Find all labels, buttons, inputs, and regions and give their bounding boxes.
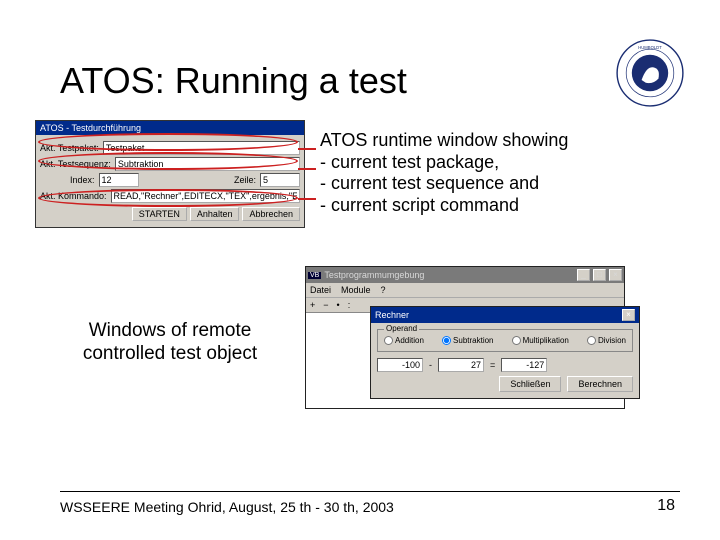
input-testsequenz[interactable] — [115, 157, 300, 171]
footer-text: WSSEERE Meeting Ohrid, August, 25 th - 3… — [60, 499, 394, 515]
tool-plus-icon[interactable]: + — [310, 300, 315, 310]
label-zeile: Zeile: — [234, 175, 256, 185]
svg-text:HUMBOLDT: HUMBOLDT — [638, 45, 662, 50]
calculator-window: Rechner × Operand Addition Subtraktion M… — [370, 306, 640, 399]
label-index: Index: — [70, 175, 95, 185]
desc-line: - current test package, — [320, 152, 670, 174]
radio-division[interactable]: Division — [587, 336, 626, 345]
maximize-button[interactable]: □ — [593, 269, 606, 281]
menu-help[interactable]: ? — [381, 285, 386, 295]
atos-runtime-window: ATOS - Testdurchführung Akt. Testpaket: … — [35, 120, 305, 228]
starten-button[interactable]: STARTEN — [132, 207, 187, 221]
remote-windows-label: Windows of remote controlled test object — [70, 320, 270, 366]
operand-group-label: Operand — [384, 324, 419, 333]
desc-line: - current script command — [320, 195, 670, 217]
input-zeile[interactable] — [260, 173, 300, 187]
result-input[interactable] — [501, 358, 547, 372]
label-testsequenz: Akt. Testsequenz: — [40, 159, 111, 169]
tool-colon-icon[interactable]: : — [348, 300, 351, 310]
label-kommando: Akt. Kommando: — [40, 191, 107, 201]
ide-menubar: Datei Module ? — [306, 283, 624, 297]
remote-label-line: controlled test object — [70, 343, 270, 366]
close-button[interactable]: × — [609, 269, 622, 281]
calc-window-title: Rechner — [375, 310, 409, 320]
schliessen-button[interactable]: Schließen — [499, 376, 561, 392]
desc-line: - current test sequence and — [320, 173, 670, 195]
tool-dot-icon[interactable]: • — [337, 300, 340, 310]
anhalten-button[interactable]: Anhalten — [190, 207, 240, 221]
atos-window-title: ATOS - Testdurchführung — [36, 121, 304, 135]
vb-icon: VB — [308, 272, 321, 279]
runtime-description: ATOS runtime window showing - current te… — [320, 130, 670, 216]
ide-window-title: Testprogrammumgebung — [324, 270, 424, 280]
calc-close-button[interactable]: × — [622, 309, 635, 321]
footer-divider — [60, 491, 680, 492]
calc-titlebar: Rechner × — [371, 307, 639, 323]
page-number: 18 — [657, 497, 675, 515]
ide-titlebar: VB Testprogrammumgebung _ □ × — [306, 267, 624, 283]
university-seal-icon: HUMBOLDT — [615, 38, 685, 108]
equals-label: = — [490, 360, 495, 370]
page-title: ATOS: Running a test — [60, 60, 407, 102]
radio-addition[interactable]: Addition — [384, 336, 424, 345]
radio-multiplikation[interactable]: Multiplikation — [512, 336, 569, 345]
minimize-button[interactable]: _ — [577, 269, 590, 281]
tool-minus-icon[interactable]: − — [323, 300, 328, 310]
input-kommando[interactable] — [111, 189, 300, 203]
menu-module[interactable]: Module — [341, 285, 371, 295]
input-index[interactable] — [99, 173, 139, 187]
input-testpaket[interactable] — [103, 141, 300, 155]
desc-line: ATOS runtime window showing — [320, 130, 670, 152]
radio-subtraktion[interactable]: Subtraktion — [442, 336, 493, 345]
operator-label: - — [429, 360, 432, 370]
operand-a-input[interactable] — [377, 358, 423, 372]
menu-datei[interactable]: Datei — [310, 285, 331, 295]
abbrechen-button[interactable]: Abbrechen — [242, 207, 300, 221]
berechnen-button[interactable]: Berechnen — [567, 376, 633, 392]
remote-label-line: Windows of remote — [70, 320, 270, 343]
label-testpaket: Akt. Testpaket: — [40, 143, 99, 153]
operand-b-input[interactable] — [438, 358, 484, 372]
operand-group: Operand Addition Subtraktion Multiplikat… — [377, 329, 633, 352]
